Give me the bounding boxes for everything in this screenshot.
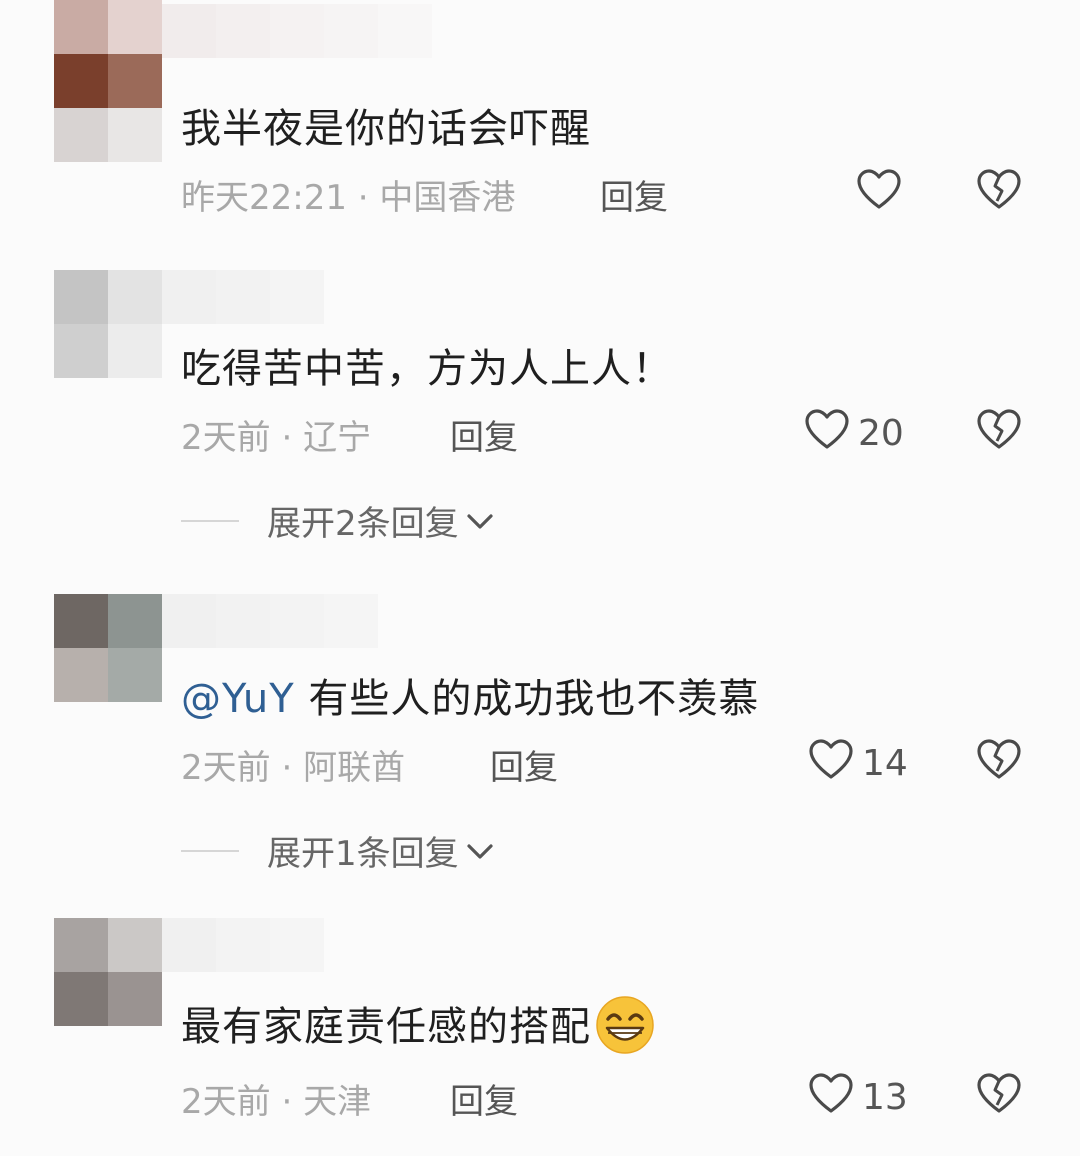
like-button[interactable]: 20 [804,408,904,459]
like-button[interactable]: 13 [808,1072,908,1123]
comment-body: 吃得苦中苦，方为人上人！ [181,346,673,392]
comment-time: 2天前 [181,1082,271,1122]
dislike-button[interactable] [976,408,1022,454]
expand-replies-label: 展开1条回复 [267,834,459,874]
avatar[interactable] [54,0,162,108]
expand-replies-label: 展开2条回复 [267,504,459,544]
avatar-lower [54,108,162,162]
heart-outline-icon [856,168,902,219]
reply-button[interactable]: 回复 [450,1074,518,1123]
divider-line [181,519,239,522]
like-count: 14 [862,743,908,784]
username-blurred[interactable] [162,4,432,58]
username-blurred[interactable] [162,594,378,648]
like-button[interactable]: 14 [808,738,908,789]
reply-button[interactable]: 回复 [450,410,518,459]
comment-time: 昨天22:21 [181,178,347,218]
comment-text: 最有家庭责任感的搭配 [181,994,655,1059]
comment-text: 我半夜是你的话会吓醒 [181,96,591,154]
comment-time: 2天前 [181,418,271,458]
grinning-face-emoji [595,995,655,1055]
heart-outline-icon [808,1072,854,1123]
heart-outline-icon [804,408,850,459]
expand-replies-button[interactable]: 展开1条回复 [181,826,495,875]
comment-body: 最有家庭责任感的搭配 [181,1004,591,1050]
dislike-button[interactable] [976,738,1022,784]
comment-meta: 昨天22:21 · 中国香港 [181,170,515,219]
username-blurred[interactable] [162,270,324,324]
user-mention-link[interactable]: @YuY [181,676,295,722]
comment-location: 阿联酋 [303,748,406,788]
avatar[interactable] [54,594,162,702]
comment-location: 中国香港 [379,178,516,218]
chevron-down-icon [459,501,495,541]
comment-body: 有些人的成功我也不羡慕 [308,676,760,722]
avatar[interactable] [54,270,162,378]
comment-list: 我半夜是你的话会吓醒 昨天22:21 · 中国香港 回复 吃得苦中苦，方为人上人 [0,0,1080,1156]
broken-heart-icon [976,1073,1022,1118]
like-button[interactable] [856,168,910,219]
like-count: 20 [858,413,904,454]
meta-separator: · [270,1082,304,1122]
heart-outline-icon [808,738,854,789]
broken-heart-icon [976,169,1022,214]
like-count: 13 [862,1077,908,1118]
username-blurred[interactable] [162,918,324,972]
comment-location: 辽宁 [303,418,372,458]
meta-separator: · [270,748,304,788]
comment-meta: 2天前 · 阿联酋 [181,740,405,789]
comment-time: 2天前 [181,748,271,788]
comment-meta: 2天前 · 辽宁 [181,410,371,459]
comment-meta: 2天前 · 天津 [181,1074,371,1123]
divider-line [181,849,239,852]
meta-separator: · [270,418,304,458]
comment-text: @YuY 有些人的成功我也不羡慕 [181,666,759,724]
dislike-button[interactable] [976,168,1022,214]
reply-button[interactable]: 回复 [490,740,558,789]
comment-location: 天津 [303,1082,372,1122]
avatar[interactable] [54,918,162,1026]
dislike-button[interactable] [976,1072,1022,1118]
meta-separator: · [346,178,380,218]
broken-heart-icon [976,409,1022,454]
comment-text: 吃得苦中苦，方为人上人！ [181,336,673,394]
comment-body: 我半夜是你的话会吓醒 [181,106,591,152]
chevron-down-icon [459,831,495,871]
broken-heart-icon [976,739,1022,784]
reply-button[interactable]: 回复 [600,170,668,219]
expand-replies-button[interactable]: 展开2条回复 [181,496,495,545]
